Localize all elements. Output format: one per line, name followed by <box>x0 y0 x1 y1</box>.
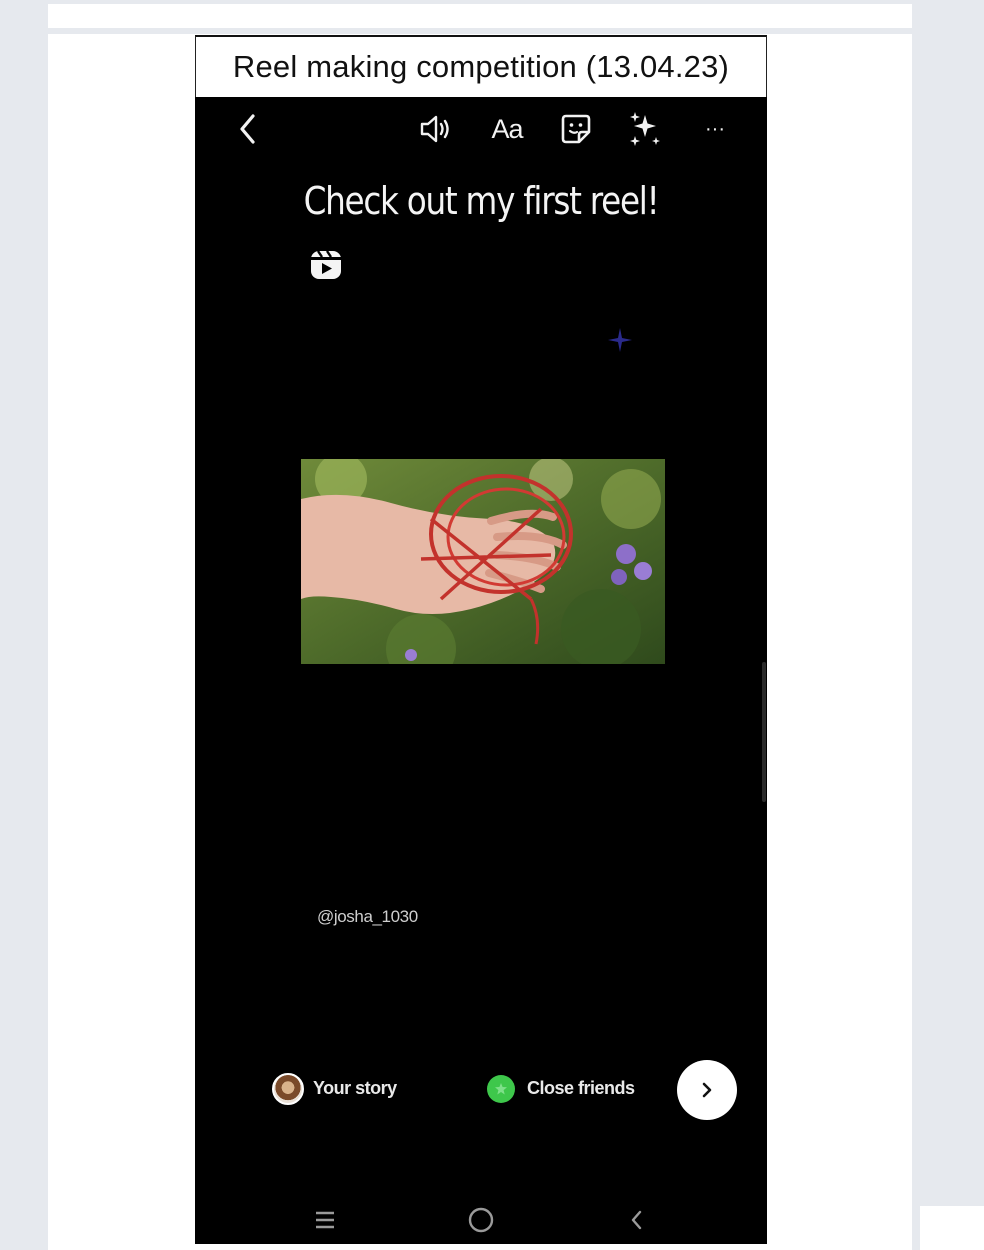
document-caption: Reel making competition (13.04.23) <box>195 35 767 97</box>
chevron-left-icon <box>631 1210 642 1230</box>
chevron-right-icon <box>702 1082 712 1098</box>
close-friends-button[interactable]: Close friends <box>527 1078 635 1099</box>
system-nav-bar <box>195 1197 767 1243</box>
reels-icon <box>311 250 341 279</box>
chevron-left-icon <box>240 114 255 144</box>
next-button[interactable] <box>677 1060 737 1120</box>
page-corner <box>920 1206 984 1250</box>
hand-with-thread-image <box>301 459 665 664</box>
mention-tag[interactable]: @josha_1030 <box>317 907 418 927</box>
caption-text: Reel making competition (13.04.23) <box>232 49 730 84</box>
home-circle-icon <box>468 1207 494 1233</box>
text-tool-button[interactable]: Aa <box>487 109 527 149</box>
sticker-icon <box>561 114 591 144</box>
story-headline[interactable]: Check out my first reel! <box>235 179 727 223</box>
effects-button[interactable] <box>625 109 665 149</box>
sparkle-decoration-icon <box>608 328 632 352</box>
home-button[interactable] <box>463 1205 499 1235</box>
document-divider <box>48 28 912 34</box>
system-back-button[interactable] <box>619 1205 655 1235</box>
sparkles-icon <box>630 112 660 146</box>
your-story-button[interactable]: Your story <box>313 1078 397 1099</box>
star-icon <box>495 1083 507 1095</box>
close-friends-icon[interactable] <box>487 1075 515 1103</box>
speaker-icon <box>420 115 449 143</box>
reel-preview-image[interactable] <box>301 459 665 664</box>
more-label: ··· <box>705 117 725 140</box>
more-button[interactable]: ··· <box>695 109 735 149</box>
reels-sticker[interactable] <box>308 247 344 283</box>
sound-button[interactable] <box>417 109 455 149</box>
share-row: Your story Close friends <box>195 1060 767 1120</box>
back-button[interactable] <box>231 109 265 149</box>
scroll-indicator <box>762 662 766 802</box>
text-tool-label: Aa <box>491 113 523 144</box>
avatar[interactable] <box>272 1073 304 1105</box>
phone-screenshot: Aa ··· Check out my first reel! @josha_1… <box>195 97 767 1244</box>
recents-button[interactable] <box>307 1205 343 1235</box>
sticker-button[interactable] <box>557 109 595 149</box>
recents-icon <box>316 1211 334 1229</box>
